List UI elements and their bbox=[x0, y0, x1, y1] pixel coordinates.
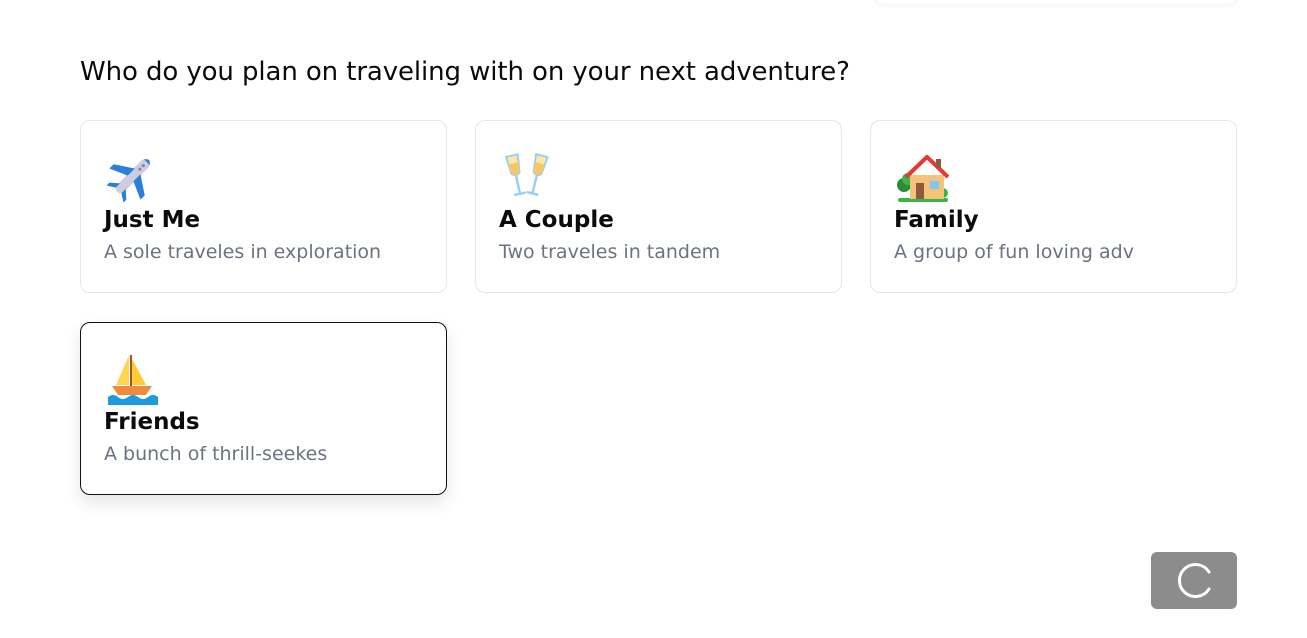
submit-button[interactable] bbox=[1151, 552, 1237, 609]
page-title: Who do you plan on traveling with on you… bbox=[80, 57, 850, 87]
traveler-options-grid: Just Me A sole traveles in exploration A… bbox=[80, 120, 1237, 495]
option-card-family[interactable]: Family A group of fun loving adv bbox=[870, 120, 1237, 293]
option-card-friends[interactable]: Friends A bunch of thrill-seekes bbox=[80, 322, 447, 495]
top-panel-edge bbox=[875, 0, 1237, 4]
loading-spinner-icon bbox=[1176, 562, 1213, 602]
option-title: Just Me bbox=[104, 207, 201, 233]
option-description: A sole traveles in exploration bbox=[104, 241, 382, 263]
airplane-icon bbox=[104, 149, 160, 205]
option-description: A group of fun loving adv bbox=[894, 241, 1134, 263]
option-card-a-couple[interactable]: A Couple Two traveles in tandem bbox=[475, 120, 842, 293]
option-title: Family bbox=[894, 207, 979, 233]
champagne-glasses-icon bbox=[499, 149, 555, 205]
option-title: A Couple bbox=[499, 207, 614, 233]
sailboat-icon bbox=[104, 351, 160, 407]
option-description: Two traveles in tandem bbox=[499, 241, 721, 263]
option-description: A bunch of thrill-seekes bbox=[104, 443, 328, 465]
house-with-garden-icon bbox=[894, 149, 950, 205]
option-card-just-me[interactable]: Just Me A sole traveles in exploration bbox=[80, 120, 447, 293]
option-title: Friends bbox=[104, 409, 200, 435]
